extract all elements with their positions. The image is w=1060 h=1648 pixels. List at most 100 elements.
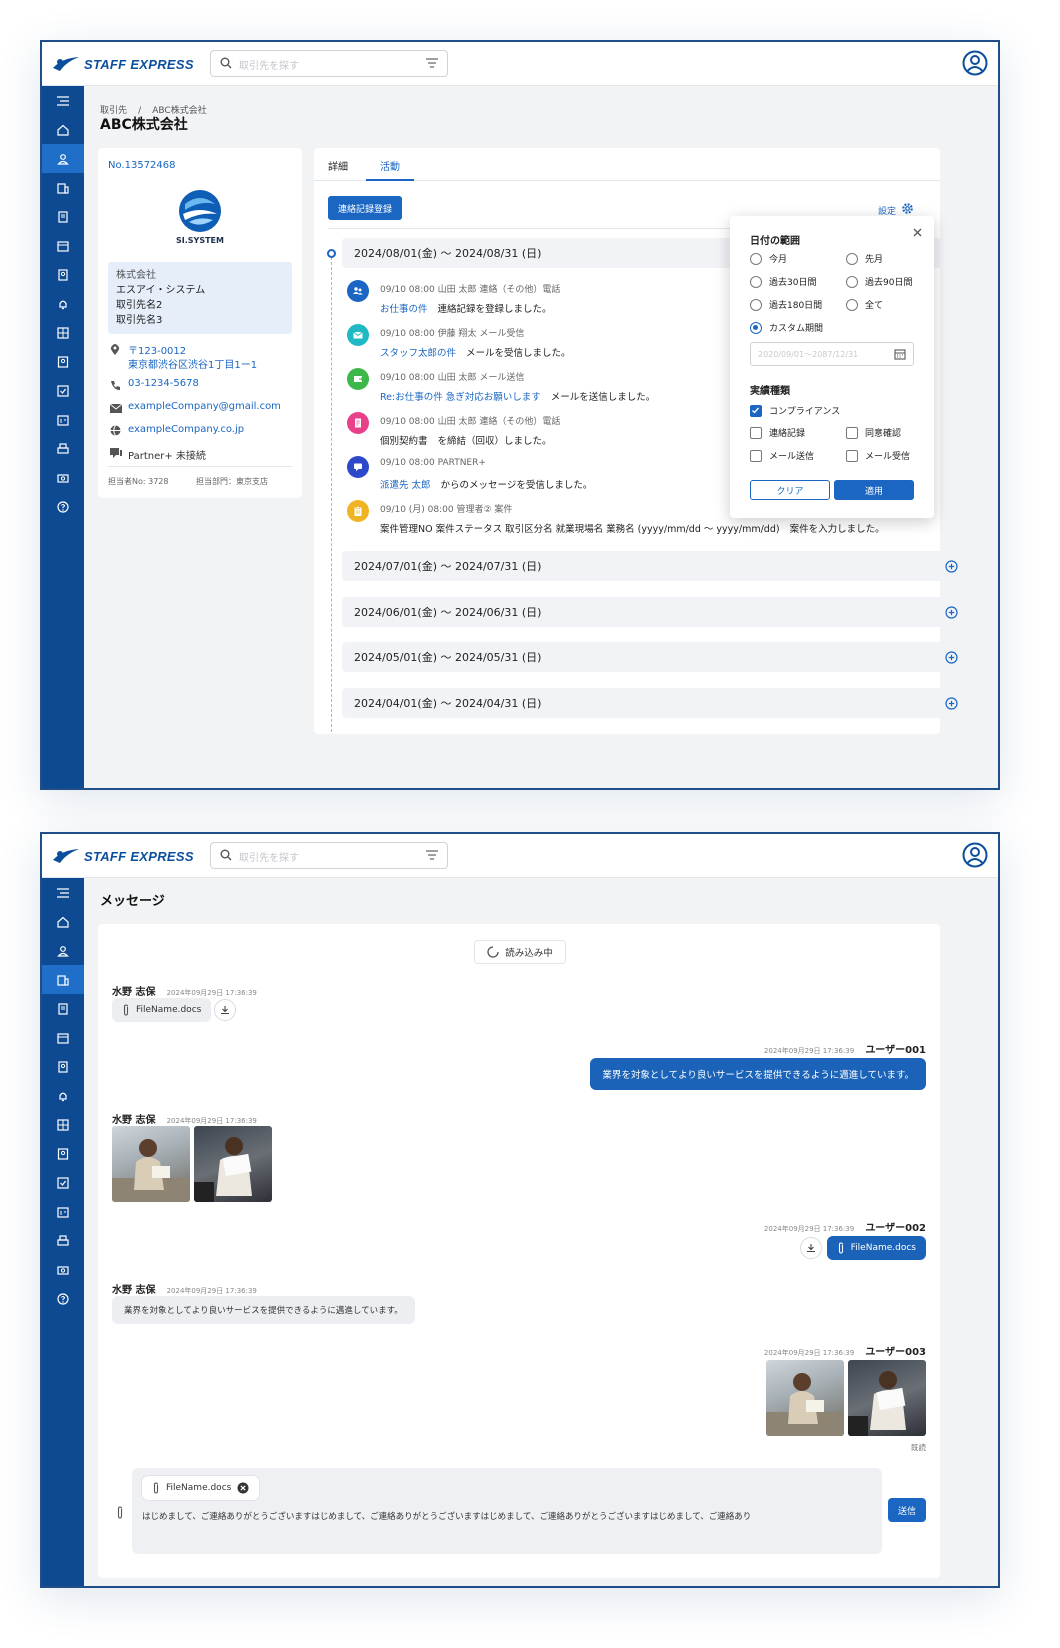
printer-icon[interactable] <box>42 1226 84 1255</box>
menu-toggle-icon[interactable] <box>42 86 84 115</box>
user-avatar-icon[interactable] <box>962 50 988 76</box>
calendar-icon[interactable] <box>894 348 906 360</box>
send-button[interactable]: 送信 <box>888 1498 926 1522</box>
radio-circle <box>750 298 762 311</box>
activity-link[interactable]: お仕事の件 <box>380 304 428 315</box>
help-icon[interactable] <box>42 492 84 521</box>
phone-icon <box>111 381 120 390</box>
website-link[interactable]: exampleCompany.co.jp <box>128 424 244 435</box>
radio-last-month[interactable]: 先月 <box>846 252 883 265</box>
home-icon[interactable] <box>42 115 84 144</box>
expand-plus-icon[interactable] <box>945 605 958 619</box>
period-row-4[interactable]: 2024/05/01(金) ～ 2024/05/31 (日) <box>342 642 968 672</box>
checkbox-contact-record[interactable]: 連絡記録 <box>750 426 805 439</box>
message-composer[interactable]: FileName.docs はじめまして、ご連絡ありがとうございますはじめまして… <box>132 1468 882 1554</box>
money-icon[interactable] <box>42 1255 84 1284</box>
activity-link[interactable]: スタッフ太郎の件 <box>380 348 456 359</box>
checkbox-consent[interactable]: 同意確認 <box>846 426 901 439</box>
clear-button[interactable]: クリア <box>750 480 830 500</box>
client-icon[interactable] <box>42 144 84 173</box>
photo-thumbnail[interactable] <box>112 1126 190 1202</box>
staff-card-icon[interactable] <box>42 260 84 289</box>
radio-all[interactable]: 全て <box>846 298 883 311</box>
home-icon[interactable] <box>42 907 84 936</box>
calendar-icon[interactable] <box>42 1023 84 1052</box>
apply-button[interactable]: 適用 <box>834 480 914 500</box>
radio-90-days[interactable]: 過去90日間 <box>846 275 912 288</box>
grid-icon[interactable] <box>42 1110 84 1139</box>
file-attachment[interactable]: FileName.docs <box>112 998 212 1022</box>
search-box[interactable]: 取引先を探す <box>210 50 448 77</box>
expand-plus-icon[interactable] <box>945 559 958 573</box>
filter-icon[interactable] <box>426 58 438 68</box>
file-attachment-outgoing[interactable]: FileName.docs <box>826 1236 926 1260</box>
phone-link[interactable]: 03-1234-5678 <box>128 378 199 389</box>
app-logo[interactable]: STAFF EXPRESS <box>52 50 194 78</box>
company-names: 株式会社 エスアイ・システム 取引先名2 取引先名3 <box>108 262 292 334</box>
period-row-3[interactable]: 2024/06/01(金) ～ 2024/06/31 (日) <box>342 597 968 627</box>
checkbox-label: メール受信 <box>865 452 911 462</box>
tab-details[interactable]: 詳細 <box>328 158 348 173</box>
staff-card-icon[interactable] <box>42 1052 84 1081</box>
close-icon[interactable] <box>913 228 922 237</box>
document-icon[interactable] <box>42 994 84 1023</box>
photo-thumbnail[interactable] <box>194 1126 272 1202</box>
message-text-input[interactable]: はじめまして、ご連絡ありがとうございますはじめまして、ご連絡ありがとうございます… <box>142 1510 872 1522</box>
printer-icon[interactable] <box>42 434 84 463</box>
attach-icon[interactable] <box>116 1506 124 1519</box>
custom-date-input[interactable]: 2020/09/01～2087/12/31 <box>750 342 914 366</box>
download-button[interactable] <box>214 999 236 1021</box>
schedule-icon[interactable] <box>42 405 84 434</box>
address-link[interactable]: 東京都渋谷区渋谷1丁目1ー1 <box>128 356 257 371</box>
help-icon[interactable] <box>42 1284 84 1313</box>
user-avatar-icon[interactable] <box>962 842 988 868</box>
task-check-icon[interactable] <box>42 1168 84 1197</box>
company-name-3: 取引先名2 <box>116 300 163 311</box>
checkbox-mail-received[interactable]: メール受信 <box>846 449 910 462</box>
radio-30-days[interactable]: 過去30日間 <box>750 275 816 288</box>
expand-plus-icon[interactable] <box>945 650 958 664</box>
contact-icon[interactable] <box>42 347 84 376</box>
document-icon[interactable] <box>42 202 84 231</box>
grid-icon[interactable] <box>42 318 84 347</box>
bell-icon[interactable] <box>42 1081 84 1110</box>
bell-icon[interactable] <box>42 289 84 318</box>
building-icon[interactable] <box>42 965 84 994</box>
download-button[interactable] <box>800 1237 822 1259</box>
checkbox-compliance[interactable]: コンプライアンス <box>750 404 840 417</box>
activity-link[interactable]: Re:お仕事の件 急ぎ対応お願いします <box>380 392 541 403</box>
expand-plus-icon[interactable] <box>945 696 958 710</box>
photo-thumbnail[interactable] <box>766 1360 844 1436</box>
postal-code[interactable]: 〒123-0012 <box>128 342 186 357</box>
photo-thumbnail[interactable] <box>848 1360 926 1436</box>
filter-icon[interactable] <box>426 850 438 860</box>
message-window: STAFF EXPRESS 取引先を探す メッセージ 読み込み中 水野 志保 2… <box>40 832 1000 1588</box>
loading-indicator: 読み込み中 <box>474 940 566 964</box>
checkbox-mail-sent[interactable]: メール送信 <box>750 449 814 462</box>
search-box[interactable]: 取引先を探す <box>210 842 448 869</box>
radio-180-days[interactable]: 過去180日間 <box>750 298 822 311</box>
message-time: 2024年09月29日 17:36:39 <box>166 1287 257 1295</box>
document-icon <box>347 412 369 434</box>
remove-attachment-icon[interactable] <box>237 1482 249 1494</box>
activity-link[interactable]: 派遣先 太郎 <box>380 480 431 491</box>
client-icon[interactable] <box>42 936 84 965</box>
period-row-2[interactable]: 2024/07/01(金) ～ 2024/07/31 (日) <box>342 551 968 581</box>
radio-custom[interactable]: カスタム期間 <box>750 321 823 334</box>
money-icon[interactable] <box>42 463 84 492</box>
register-contact-button[interactable]: 連絡記録登録 <box>328 196 402 220</box>
period-row-5[interactable]: 2024/04/01(金) ～ 2024/04/31 (日) <box>342 688 968 718</box>
email-link[interactable]: exampleCompany@gmail.com <box>128 401 281 412</box>
app-logo[interactable]: STAFF EXPRESS <box>52 842 194 870</box>
building-icon[interactable] <box>42 173 84 202</box>
tab-activity[interactable]: 活動 <box>366 158 414 181</box>
activity-subject: 個別契約書 <box>380 436 428 447</box>
gear-icon[interactable] <box>901 202 914 215</box>
task-check-icon[interactable] <box>42 376 84 405</box>
schedule-icon[interactable] <box>42 1197 84 1226</box>
calendar-icon[interactable] <box>42 231 84 260</box>
radio-this-month[interactable]: 今月 <box>750 252 787 265</box>
search-placeholder: 取引先を探す <box>239 853 299 864</box>
menu-toggle-icon[interactable] <box>42 878 84 907</box>
contact-icon[interactable] <box>42 1139 84 1168</box>
